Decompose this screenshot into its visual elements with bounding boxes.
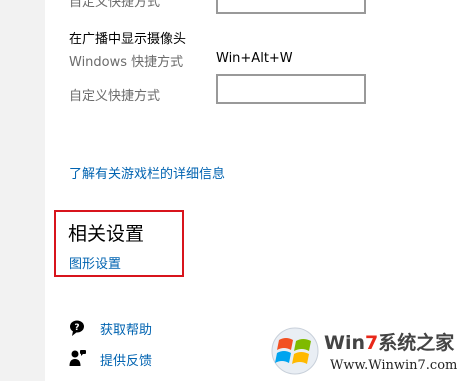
broadcast-camera-heading: 在广播中显示摄像头 — [69, 32, 187, 47]
feedback-person-icon — [69, 350, 86, 366]
windows-shortcut-label: Windows 快捷方式 — [69, 55, 184, 70]
windows-shortcut-value: Win+Alt+W — [216, 51, 293, 66]
custom-shortcut-input[interactable] — [216, 74, 366, 104]
learn-more-game-bar-link[interactable]: 了解有关游戏栏的详细信息 — [69, 163, 225, 182]
sidebar-strip — [0, 0, 45, 381]
svg-text:?: ? — [74, 323, 79, 333]
custom-shortcut-label: 自定义快捷方式 — [69, 89, 161, 104]
watermark-url: Www.Winwin7.com — [330, 358, 458, 373]
graphics-settings-link[interactable]: 图形设置 — [69, 253, 121, 272]
watermark-title: Win7系统之家 — [324, 332, 455, 354]
previous-shortcut-input[interactable] — [216, 0, 366, 14]
give-feedback-link[interactable]: 提供反馈 — [100, 350, 152, 369]
watermark: Win7系统之家 Www.Winwin7.com — [268, 324, 468, 381]
previous-field-label: 自定义快捷方式 — [69, 0, 161, 10]
get-help-link[interactable]: 获取帮助 — [100, 319, 152, 338]
chat-help-icon: ? — [70, 320, 84, 336]
windows-logo-icon — [271, 327, 319, 375]
related-settings-title: 相关设置 — [68, 223, 145, 245]
